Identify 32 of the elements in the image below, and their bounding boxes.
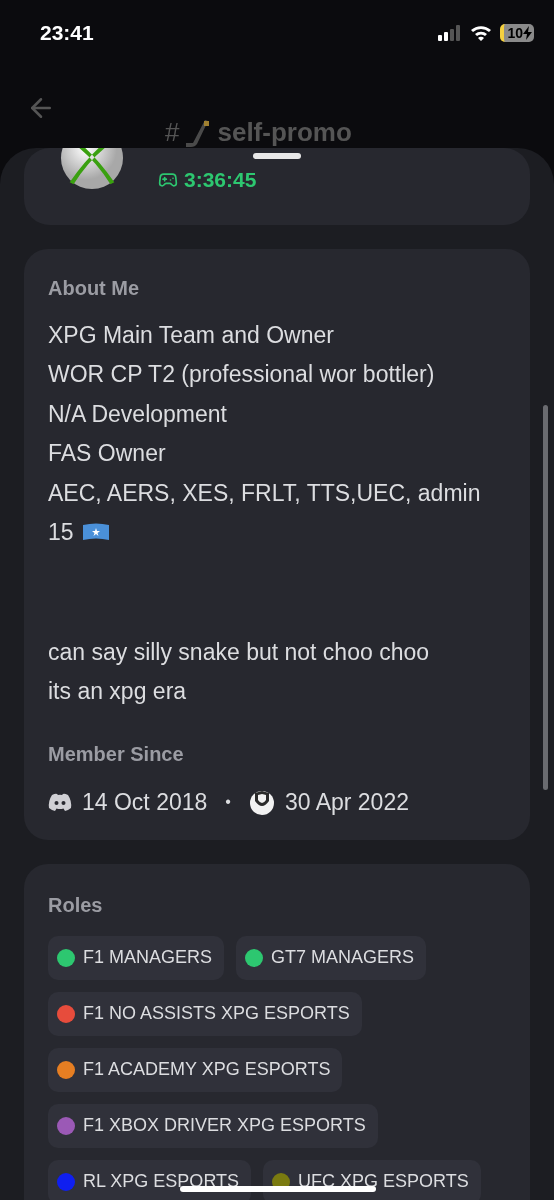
role-chip[interactable]: F1 MANAGERS — [48, 935, 225, 980]
role-chip[interactable]: F1 ACADEMY XPG ESPORTS — [48, 1047, 343, 1092]
about-heading: About Me — [48, 276, 141, 301]
server-join-date: 30 Apr 2022 — [284, 788, 409, 817]
about-text-line: XPG Main Team and Owner — [48, 320, 334, 350]
wifi-icon — [470, 24, 493, 41]
about-text-line: AEC, AERS, XES, FRLT, TTS,UEC, admin — [48, 478, 481, 508]
battery-icon: 10 — [500, 23, 534, 42]
discord-join-date: 14 Oct 2018 — [82, 788, 208, 817]
status-time: 23:41 — [40, 19, 94, 46]
drag-handle[interactable] — [253, 153, 301, 159]
activity-time: 3:36:45 — [184, 167, 257, 193]
roles-heading: Roles — [48, 892, 104, 918]
signal-icon — [438, 24, 463, 41]
about-text-line: can say silly snake but not choo choo — [48, 637, 429, 667]
role-chip[interactable]: GT7 MANAGERS — [236, 935, 427, 980]
hockey-stick-icon — [185, 117, 212, 148]
about-text-line: its an xpg era — [48, 677, 187, 706]
role-chip[interactable]: RL XPG ESPORTS — [48, 1159, 252, 1200]
shield-icon — [248, 789, 275, 816]
role-chip[interactable]: F1 NO ASSISTS XPG ESPORTS — [48, 991, 362, 1036]
discord-logo-icon — [48, 793, 72, 812]
flag-icon — [81, 522, 110, 543]
channel-name: self-promo — [217, 116, 352, 149]
about-text-line: FAS Owner — [48, 439, 166, 468]
date-separator: • — [225, 792, 231, 813]
about-text-line: WOR CP T2 (professional wor bottler) — [48, 360, 435, 389]
member-since-heading: Member Since — [48, 742, 185, 767]
channel-hash: # — [165, 116, 180, 149]
about-text-line: 15 — [48, 518, 74, 547]
about-text-line: N/A Development — [48, 399, 227, 429]
role-chip[interactable]: F1 XBOX DRIVER XPG ESPORTS — [48, 1103, 378, 1148]
